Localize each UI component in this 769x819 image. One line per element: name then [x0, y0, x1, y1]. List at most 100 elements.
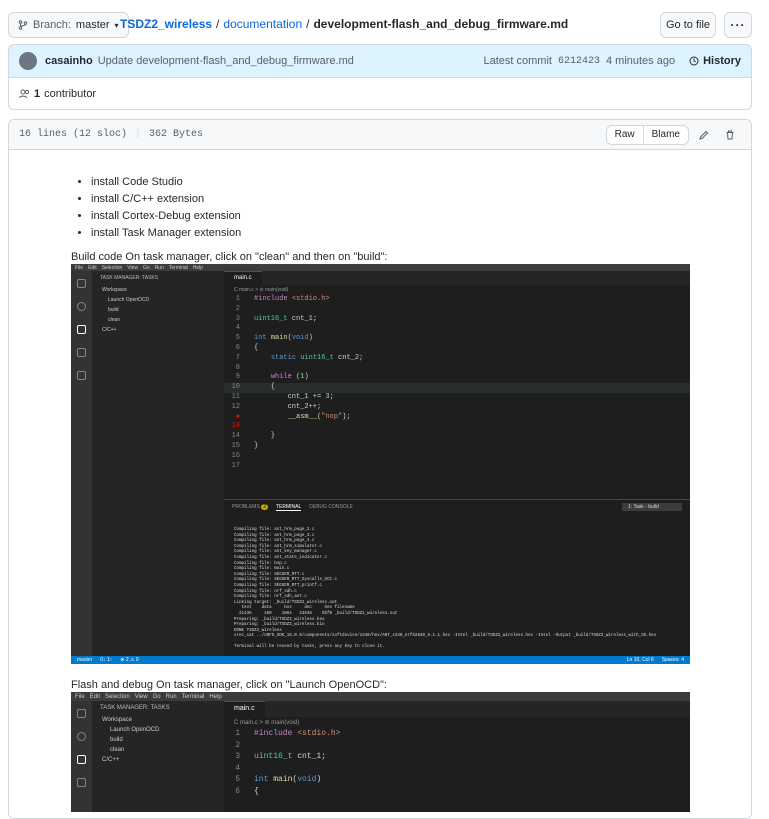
file-header-bar: Branch: master ▾ TSDZ2_wireless / documen… [8, 12, 752, 38]
history-link[interactable]: History [689, 55, 741, 67]
task-cpp: C/C++ [102, 757, 120, 763]
task-cpp: C/C++ [102, 327, 117, 333]
menu-file: File [75, 693, 85, 700]
markdown-body: install Code Studio install C/C++ extens… [9, 150, 751, 812]
problems-badge: 2 [261, 504, 268, 510]
edit-pencil-icon[interactable] [693, 125, 715, 145]
build-paragraph: Build code On task manager, click on "cl… [71, 251, 388, 263]
contributors-bar[interactable]: 1 contributor [8, 78, 752, 110]
vscode-menubar: File Edit Selection View Go Run Terminal Help [71, 264, 690, 271]
repo-link[interactable]: TSDZ2_wireless [120, 17, 212, 31]
list-item: install Cortex-Debug extension [91, 208, 751, 225]
avatar[interactable] [19, 52, 37, 70]
file-size: 362 Bytes [149, 129, 204, 140]
menu-help: Help [209, 693, 222, 700]
extensions-icon [77, 371, 86, 380]
breadcrumb: TSDZ2_wireless / documentation / developme… [120, 17, 568, 31]
tab-terminal: TERMINAL [275, 503, 302, 511]
divider: | [135, 129, 142, 140]
commit-meta: Latest commit 6212423 4 minutes ago Hist… [484, 55, 742, 67]
menu-terminal: Terminal [168, 264, 188, 271]
commit-time: 4 minutes ago [605, 55, 676, 67]
status-bar: master 0↓ 1↑ ⊗ 2 ⚠ 0 Ln 10, Col 6 Spaces:… [71, 656, 690, 664]
terminal-line: Terminal will be reused by tasks, press … [234, 645, 385, 650]
file-name: development-flash_and_debug_firmware.md [313, 17, 569, 31]
status-branch: master [77, 657, 93, 663]
status-position: Ln 10, Col 6 [626, 657, 654, 663]
panel-tabs: PROBLEMS 2 TERMINAL DEBUG CONSOLE 1: Tas… [224, 500, 690, 514]
file-info-bar: 16 lines (12 sloc) | 362 Bytes Raw Blame [9, 120, 751, 150]
vscode-menubar: File Edit Selection View Go Run Terminal Help [71, 692, 690, 701]
task-clean: clean [108, 317, 120, 323]
task-launch-openocd: Launch OpenOCD [110, 727, 160, 733]
explorer-icon [77, 709, 86, 718]
debug-icon [77, 778, 86, 787]
raw-button[interactable]: Raw [605, 124, 644, 145]
task-build: build [110, 737, 123, 743]
menu-edit: Edit [88, 264, 97, 271]
explorer-icon [77, 279, 86, 288]
task-select: 1: Task - build [622, 503, 682, 511]
menu-go: Go [143, 264, 150, 271]
flash-paragraph: Flash and debug On task manager, click o… [71, 679, 387, 691]
commit-sha[interactable]: 6212423 [558, 56, 600, 67]
caret-down-icon: ▾ [114, 20, 119, 30]
task-launch-openocd: Launch OpenOCD [108, 297, 150, 303]
file-view: 16 lines (12 sloc) | 362 Bytes Raw Blame… [8, 119, 752, 819]
menu-view: View [134, 693, 148, 700]
latest-commit-bar: casainho Update development-flash_and_de… [8, 44, 752, 78]
task-manager-sidebar: TASK MANAGER: TASKS Workspace Launch Ope… [92, 701, 224, 812]
task-clean: clean [110, 747, 125, 753]
list-item: install C/C++ extension [91, 191, 751, 208]
menu-run: Run [154, 264, 164, 271]
terminal-output: Compiling file: ant_hrm_page_2.c Compilin… [224, 514, 690, 651]
status-errors: ⊗ 2 ⚠ 0 [120, 657, 139, 663]
branch-name: master [75, 19, 110, 31]
terminal-panel: PROBLEMS 2 TERMINAL DEBUG CONSOLE 1: Tas… [224, 499, 690, 656]
file-actions: Raw Blame [605, 124, 741, 145]
history-icon [689, 56, 699, 66]
menu-terminal: Terminal [181, 693, 205, 700]
task-workspace: Workspace [102, 717, 132, 723]
sidebar-title: TASK MANAGER: TASKS [100, 275, 159, 281]
branch-selector[interactable]: Branch: master ▾ [8, 12, 129, 38]
editor-breadcrumb: C main.c > ⊘ main(void) [234, 287, 289, 293]
file-lines: 16 lines (12 sloc) [19, 129, 128, 140]
branch-icon [18, 20, 28, 30]
menu-edit: Edit [89, 693, 101, 700]
code-block: 1 #include <stdio.h> 2 3 uint16_t cnt_1; 4… [235, 729, 341, 796]
branch-label: Branch: [33, 19, 71, 31]
menu-view: View [127, 264, 139, 271]
folder-link[interactable]: documentation [223, 17, 302, 31]
task-build: build [108, 307, 119, 313]
sidebar-title: TASK MANAGER: TASKS [100, 705, 170, 711]
menu-run: Run [165, 693, 177, 700]
tasks-icon [77, 755, 86, 764]
code-block: 1 #include <stdio.h> 2 3 uint16_t cnt_1; 4… [224, 295, 690, 471]
editor-breadcrumb: C main.c > ⊘ main(void) [234, 720, 300, 726]
blame-button[interactable]: Blame [643, 124, 689, 145]
go-to-file-button[interactable]: Go to file [660, 12, 716, 38]
menu-selection: Selection [101, 264, 123, 271]
menu-file: File [75, 264, 84, 271]
menu-go: Go [152, 693, 161, 700]
commit-message[interactable]: Update development-flash_and_debug_firmw… [98, 55, 354, 67]
install-list: install Code Studio install C/C++ extens… [71, 174, 751, 242]
tab-debug-console: DEBUG CONSOLE [309, 504, 353, 510]
editor-tabs: main.c [224, 701, 690, 717]
tab-main-c: main.c [224, 701, 265, 717]
contributor-label: contributor [44, 87, 97, 100]
tab-main-c: main.c [224, 271, 262, 285]
editor-tabs: main.c [224, 271, 690, 285]
list-item: install Code Studio [91, 174, 751, 191]
contributor-count: 1 [34, 87, 41, 100]
crumb-sep: / [216, 17, 220, 31]
history-label: History [703, 55, 741, 67]
commit-author[interactable]: casainho [45, 55, 93, 67]
activity-bar [71, 701, 92, 812]
trash-icon[interactable] [719, 125, 741, 145]
vscode-debug-screenshot: File Edit Selection View Go Run Terminal Help T… [71, 692, 690, 812]
more-options-button[interactable]: ··· [724, 12, 752, 38]
code-editor: main.c C main.c > ⊘ main(void) 1 #include… [224, 271, 690, 499]
tasks-icon [77, 325, 86, 334]
